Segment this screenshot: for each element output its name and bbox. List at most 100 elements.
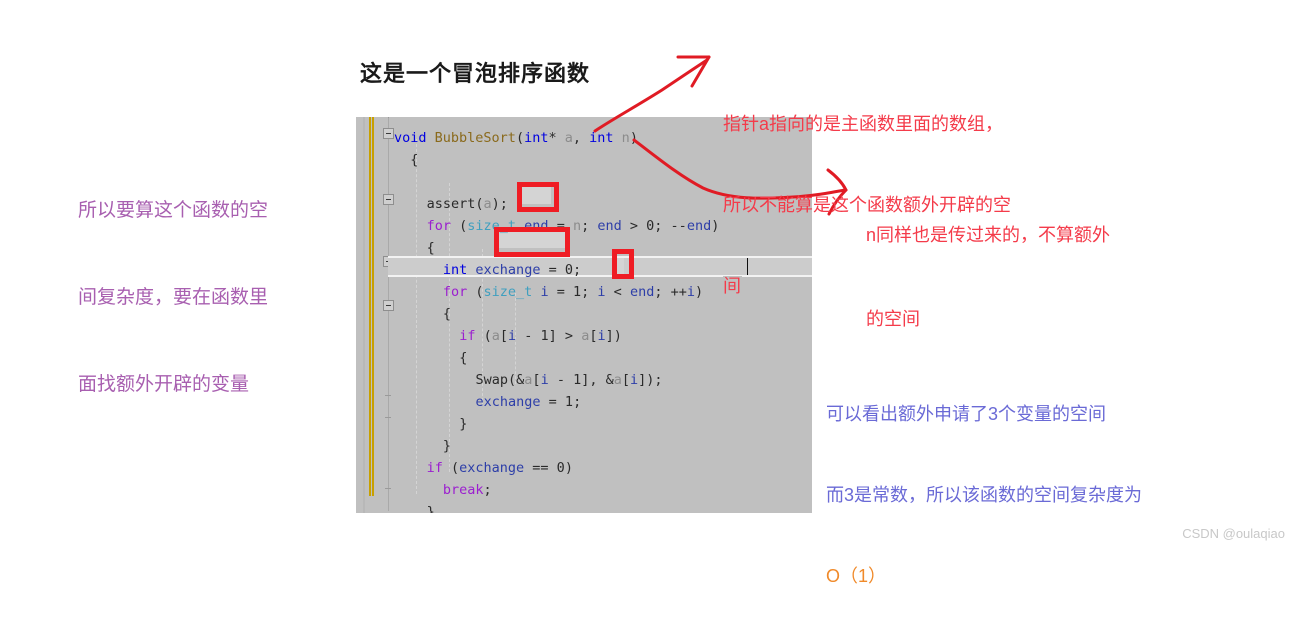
code-token: } [426, 504, 435, 513]
code-token: ; [573, 394, 582, 410]
annotation-left-line-3: 面找额外开辟的变量 [78, 374, 250, 395]
code-token: ( [475, 328, 492, 344]
code-token: ( [515, 130, 525, 146]
code-token: break [442, 482, 484, 498]
code-token: ); [491, 196, 508, 212]
code-token: for [442, 284, 468, 300]
code-token: = [540, 262, 565, 278]
annotation-param-n: n同样也是传过来的，不算额外 的空间 [866, 165, 1110, 361]
code-token: } [442, 438, 452, 454]
code-token: ( [450, 218, 468, 234]
code-token: for [426, 218, 451, 234]
code-line: } [459, 413, 467, 435]
annotation-left-line-1: 所以要算这个函数的空 [78, 200, 269, 221]
code-line: int exchange = 0; [443, 259, 581, 281]
annotation-param-n-line-1: n同样也是传过来的，不算额外 [866, 225, 1111, 245]
code-token: ) [629, 130, 638, 146]
fold-tick-function-end [385, 488, 391, 489]
indent-guide-1 [416, 139, 418, 494]
code-token: ; ++ [654, 284, 687, 300]
code-token: ; [654, 218, 671, 234]
code-token: 0 [556, 460, 565, 476]
annotation-left: 所以要算这个函数的空 间复杂度，要在函数里 面找额外开辟的变量 [78, 138, 268, 428]
code-token: (& [508, 372, 525, 388]
code-token: int [442, 262, 468, 278]
code-token: [ [621, 372, 631, 388]
code-token: exchange [475, 394, 541, 410]
code-token: - [548, 372, 574, 388]
fold-tick-if-end [385, 417, 391, 418]
code-token: ], & [581, 372, 614, 388]
code-line: assert(a); [427, 193, 508, 215]
annotation-conclusion-result: O（1） [826, 566, 887, 586]
code-line: } [427, 501, 435, 513]
code-line: { [410, 149, 418, 171]
annotation-pointer-a-line-3: 间 [723, 276, 742, 296]
code-line: { [459, 347, 467, 369]
code-token: i [508, 328, 517, 344]
code-token: } [459, 416, 468, 432]
annotation-conclusion: 可以看出额外申请了3个变量的空间 而3是常数，所以该函数的空间复杂度为 O（1） [826, 347, 1142, 617]
highlight-box-exchange [494, 227, 570, 257]
code-token: , [572, 130, 590, 146]
code-line: } [443, 435, 451, 457]
code-token: ) [564, 460, 573, 476]
code-line: break; [443, 479, 492, 501]
code-token: < [605, 284, 630, 300]
code-token: n [621, 130, 630, 146]
code-token: i [597, 328, 606, 344]
code-token: 1 [573, 284, 582, 300]
code-token: ; [581, 284, 598, 300]
code-token: i [686, 284, 695, 300]
code-token: ; [581, 218, 598, 234]
code-token: a [613, 372, 622, 388]
code-token: ) [694, 284, 704, 300]
watermark: CSDN @oulaqiao [1182, 526, 1285, 541]
code-line: Swap(&a[i - 1], &a[i]); [476, 369, 663, 391]
fold-tick-inner-end [385, 395, 391, 396]
annotation-conclusion-line-2: 而3是常数，所以该函数的空间复杂度为 [826, 485, 1143, 505]
fold-toggle-if[interactable] [383, 300, 394, 311]
code-line: if (a[i - 1] > a[i]) [459, 325, 622, 347]
page-title: 这是一个冒泡排序函数 [360, 61, 591, 86]
fold-rail-cap [388, 117, 389, 118]
code-token: if [426, 460, 443, 476]
code-token: ( [442, 460, 460, 476]
code-token: 0 [564, 262, 573, 278]
code-token: end [629, 284, 655, 300]
code-token: == [524, 460, 557, 476]
code-token: ; [572, 262, 582, 278]
code-token: = [540, 394, 565, 410]
code-token: ]) [605, 328, 622, 344]
code-token: end [597, 218, 622, 234]
fold-toggle-outer-for[interactable] [383, 194, 394, 205]
code-token: if [459, 328, 476, 344]
code-line: void BubbleSort(int* a, int n) [394, 127, 638, 149]
code-token: ]); [638, 372, 663, 388]
code-token: n [572, 218, 582, 234]
code-line: { [443, 303, 451, 325]
code-token: { [442, 306, 452, 322]
code-token: > [621, 218, 647, 234]
code-token: [ [532, 372, 541, 388]
code-token: Swap [475, 372, 509, 388]
code-token: exchange [475, 262, 541, 278]
code-line: exchange = 1; [476, 391, 582, 413]
code-token: ( [475, 196, 484, 212]
code-token: assert [426, 196, 476, 212]
code-token: { [426, 240, 435, 256]
code-token: { [459, 350, 468, 366]
code-token: i [540, 372, 549, 388]
fold-toggle-function[interactable] [383, 128, 394, 139]
code-token: { [410, 152, 419, 168]
code-token: = [548, 284, 573, 300]
unsaved-change-bar [369, 117, 374, 496]
code-token: i [540, 284, 549, 300]
code-token: ( [467, 284, 484, 300]
code-token: i [597, 284, 606, 300]
annotation-param-n-line-2: 的空间 [866, 309, 920, 329]
code-token: -- [670, 218, 687, 234]
code-line: for (size_t i = 1; i < end; ++i) [443, 281, 703, 303]
